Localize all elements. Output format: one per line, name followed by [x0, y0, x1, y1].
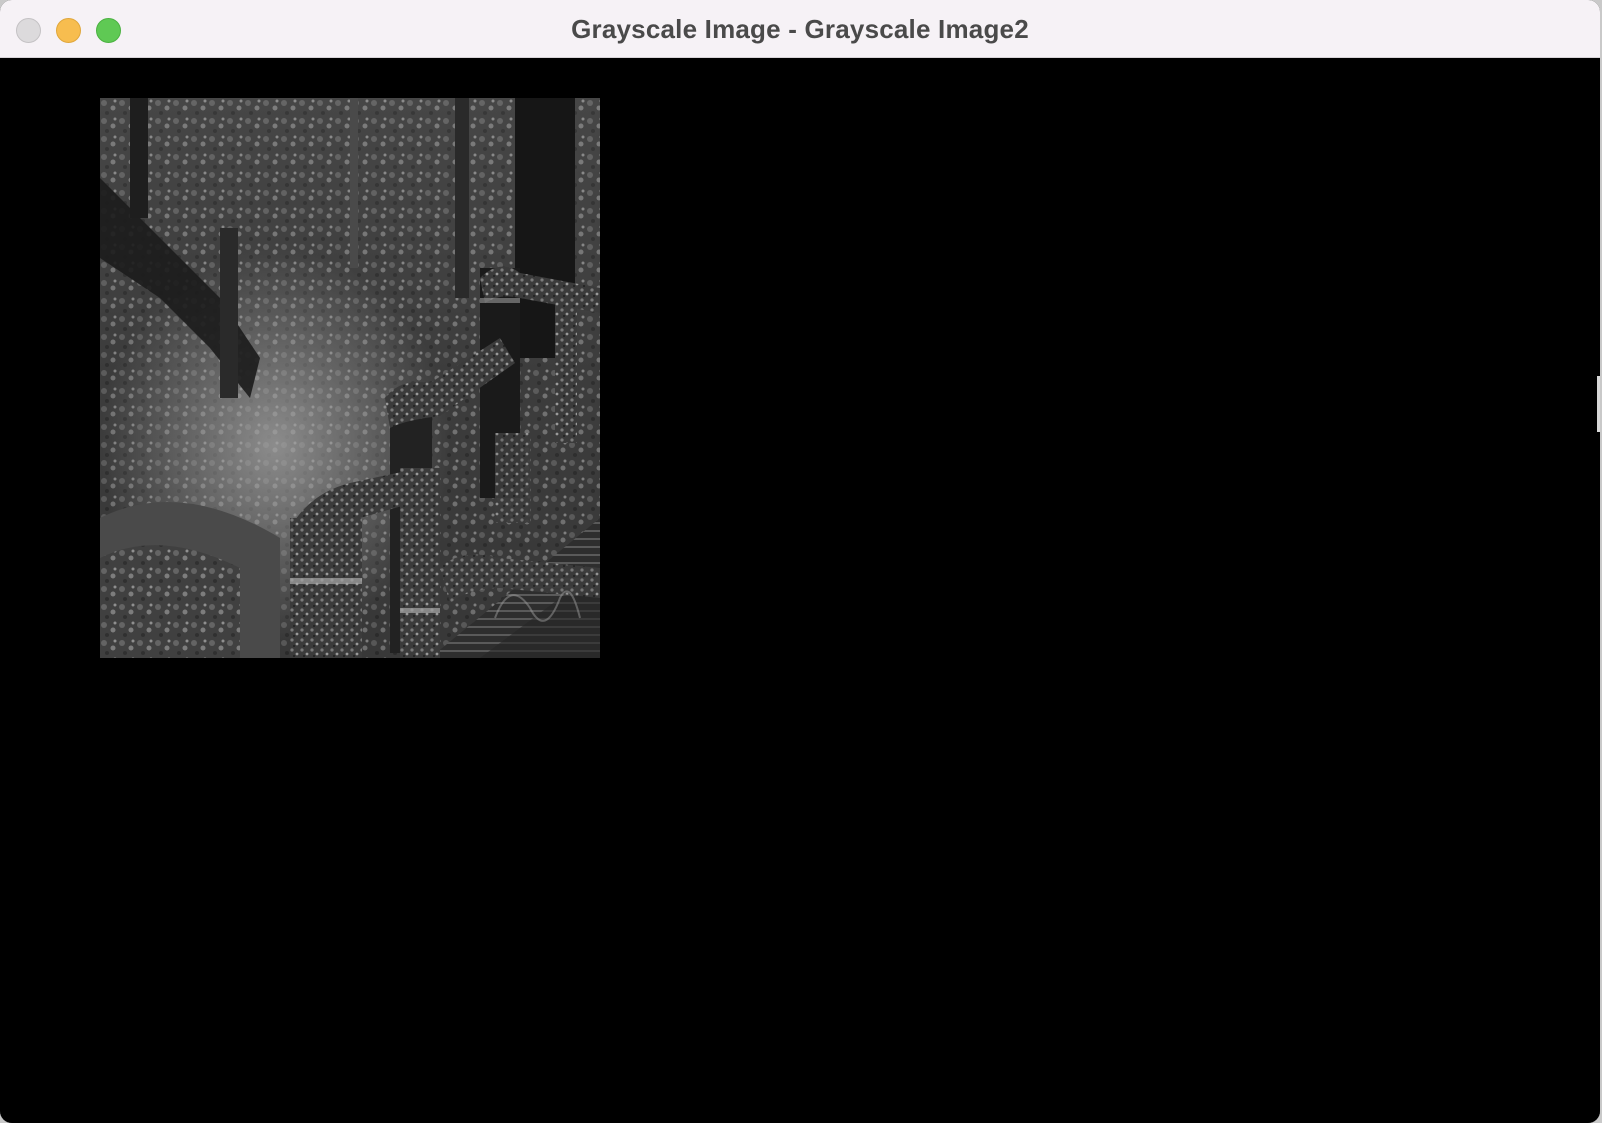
app-window: Grayscale Image - Grayscale Image2	[0, 0, 1600, 1123]
title-bar[interactable]: Grayscale Image - Grayscale Image2	[0, 0, 1600, 58]
image-canvas	[0, 58, 1600, 1123]
forest-boardwalk-photo	[100, 98, 600, 658]
window-title: Grayscale Image - Grayscale Image2	[571, 14, 1029, 44]
grayscale-image	[100, 98, 600, 658]
window-resize-edge[interactable]	[1597, 376, 1600, 432]
